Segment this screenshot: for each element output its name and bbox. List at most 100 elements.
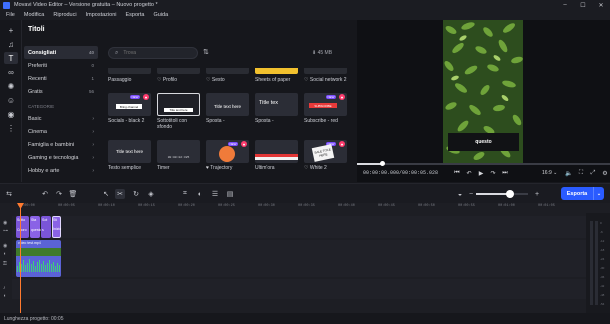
title-tile[interactable]: Title text here Sottotitoli con sfondo xyxy=(157,93,200,130)
delete-icon[interactable]: 🗑 xyxy=(68,189,78,199)
title-tile[interactable]: Ultim'ora xyxy=(255,140,298,171)
crop-icon[interactable]: ⌗ xyxy=(180,189,190,199)
category-group-cinema[interactable]: Cinema › xyxy=(24,125,98,138)
zoom-in-icon[interactable]: + xyxy=(532,189,542,199)
aspect-ratio-select[interactable]: 16:9 ⌄ xyxy=(542,170,557,176)
split-tracks-icon[interactable]: ⇆ xyxy=(4,189,14,199)
fullscreen-icon[interactable]: ⤢ xyxy=(587,168,599,178)
title-tile[interactable]: ♡ Profilo xyxy=(157,75,200,83)
title-tile[interactable]: ♡ Social network 2 xyxy=(304,75,347,83)
search-box[interactable]: ⌕ xyxy=(108,47,198,59)
chevron-right-icon: › xyxy=(92,128,94,135)
zoom-knob[interactable] xyxy=(505,190,514,198)
title-tile[interactable]: Sheets of paper xyxy=(255,75,298,83)
category-group-family[interactable]: Famiglia e bambini › xyxy=(24,138,98,151)
close-icon[interactable]: ✕ xyxy=(592,0,610,10)
menu-export[interactable]: Esporta xyxy=(125,12,144,18)
audio-track-icon[interactable]: ♪ xyxy=(3,285,6,291)
tile-thumbnail: NEW ♥ xyxy=(206,140,249,163)
playback-progress[interactable] xyxy=(357,161,610,166)
title-overlay[interactable]: questo xyxy=(448,133,519,151)
title-tile[interactable]: Title text here Sposta - xyxy=(206,93,249,124)
zoom-slider[interactable] xyxy=(476,190,528,198)
marker-icon[interactable]: ◈ xyxy=(146,189,156,199)
menu-file[interactable]: File xyxy=(6,12,15,18)
chevron-down-icon[interactable]: ⌄ xyxy=(593,187,604,200)
color-adjust-icon[interactable]: ◐ xyxy=(195,189,205,199)
title-tile[interactable]: 00:00:02:325 Timer xyxy=(157,140,200,171)
category-group-gaming[interactable]: Gaming e tecnologia › xyxy=(24,151,98,164)
categories-section-label: CATEGORIE xyxy=(28,104,55,109)
transitions-icon[interactable]: ∞ xyxy=(4,66,18,78)
export-button[interactable]: Esporta ⌄ xyxy=(561,187,604,200)
title-clip[interactable]: Sti Inizio xyxy=(52,216,61,238)
record-icon[interactable]: ◉ xyxy=(4,108,18,120)
stickers-icon[interactable]: ☺ xyxy=(4,94,18,106)
magnet-icon[interactable]: ◒ xyxy=(455,189,465,199)
menu-help[interactable]: Guida xyxy=(153,12,168,18)
volume-icon[interactable]: 🔈 xyxy=(563,168,575,178)
menu-edit[interactable]: Modifica xyxy=(24,12,44,18)
category-favorites[interactable]: Preferiti 0 xyxy=(24,59,98,72)
category-free[interactable]: Gratis 56 xyxy=(24,85,98,98)
media-info-icon[interactable]: ▤ xyxy=(225,189,235,199)
title-tile[interactable]: NEW ♥ SUBSCRIBE Subscribe - red xyxy=(304,93,347,124)
crop-frame-icon[interactable]: ⛶ xyxy=(575,168,587,178)
snapshot-icon[interactable]: ⚙ xyxy=(599,168,610,178)
title-tile[interactable]: Title tex Sposta - xyxy=(255,93,298,124)
menu-playback[interactable]: Riproduci xyxy=(53,12,76,18)
title-clip[interactable]: Sot s xyxy=(41,216,51,238)
category-group-hobby[interactable]: Hobby e arte › xyxy=(24,164,98,177)
playhead[interactable] xyxy=(17,203,24,313)
link-icon[interactable]: ⊶ xyxy=(3,228,8,234)
ruler-tick: 00:00:15 xyxy=(138,204,155,208)
play-icon[interactable]: ▶ xyxy=(475,168,487,178)
title-tile[interactable]: Title text here Testo semplice xyxy=(108,140,151,171)
category-group-basic[interactable]: Basic › xyxy=(24,112,98,125)
cut-icon[interactable]: ✂ xyxy=(115,189,125,199)
titles-icon[interactable]: T xyxy=(4,52,18,64)
title-tile[interactable]: NEW ♥ ♥ Trajectory xyxy=(206,140,249,171)
menu-settings[interactable]: Impostazioni xyxy=(86,12,117,18)
lock-icon[interactable]: ⚿ xyxy=(3,261,7,267)
zoom-out-icon[interactable]: − xyxy=(466,189,476,199)
title-tile[interactable]: ♡ Sesto xyxy=(206,75,249,83)
thumb-caption: Title text here xyxy=(115,149,144,154)
progress-knob[interactable] xyxy=(380,161,386,166)
sort-icon[interactable]: ⇅ xyxy=(203,48,209,56)
redo-icon[interactable]: ↷ xyxy=(54,189,64,199)
tile-label-text: Profilo xyxy=(162,77,178,83)
heart-icon: ♥ xyxy=(339,141,345,147)
music-icon[interactable]: ♫ xyxy=(4,38,18,50)
rotate-icon[interactable]: ↻ xyxy=(131,189,141,199)
clip-properties-icon[interactable]: ☰ xyxy=(210,189,220,199)
title-clip[interactable]: Sta questo xyxy=(30,216,42,238)
search-input[interactable] xyxy=(123,50,184,56)
more-tools-icon[interactable]: ⋮ xyxy=(4,122,18,134)
title-tile[interactable]: Passaggio xyxy=(108,75,151,83)
clip-label: Inizio xyxy=(53,227,62,231)
title-clip[interactable]: Sotto Cuoro xyxy=(16,216,29,238)
select-cursor-icon[interactable]: ↖ xyxy=(101,189,111,199)
titles-panel: Titoli Consigliati 40 Preferiti 0 Recent… xyxy=(22,20,356,182)
go-to-start-icon[interactable]: ⏮ xyxy=(451,168,463,178)
step-back-icon[interactable]: ↶ xyxy=(463,168,475,178)
undo-icon[interactable]: ↶ xyxy=(40,189,50,199)
mute-icon[interactable]: ◖ xyxy=(3,293,6,299)
go-to-end-icon[interactable]: ⏭ xyxy=(499,168,511,178)
eye-icon[interactable]: ◉ xyxy=(3,243,7,249)
add-files-icon[interactable]: + xyxy=(4,24,18,36)
audio-icon[interactable]: ◖ xyxy=(3,251,6,257)
category-recent[interactable]: Recenti 1 xyxy=(24,72,98,85)
title-tile[interactable]: NEW ♥ SALE TITLE HERE ♡ White 2 xyxy=(304,140,347,171)
video-clip[interactable]: video test.mp4 xyxy=(16,240,61,277)
title-tile[interactable]: NEW ♥ Bring channel Socials - black 2 xyxy=(108,93,151,124)
maximize-icon[interactable]: ☐ xyxy=(574,0,592,10)
minimize-icon[interactable]: – xyxy=(556,0,574,10)
time-ruler[interactable]: 00:00:00 00:00:05 00:00:10 00:00:15 00:00:20… xyxy=(12,203,586,211)
filters-icon[interactable]: ✺ xyxy=(4,80,18,92)
eye-icon[interactable]: ◉ xyxy=(3,220,7,226)
category-recommended[interactable]: Consigliati 40 xyxy=(24,46,98,59)
tile-label: Sottotitoli con sfondo xyxy=(157,118,188,130)
step-forward-icon[interactable]: ↷ xyxy=(487,168,499,178)
